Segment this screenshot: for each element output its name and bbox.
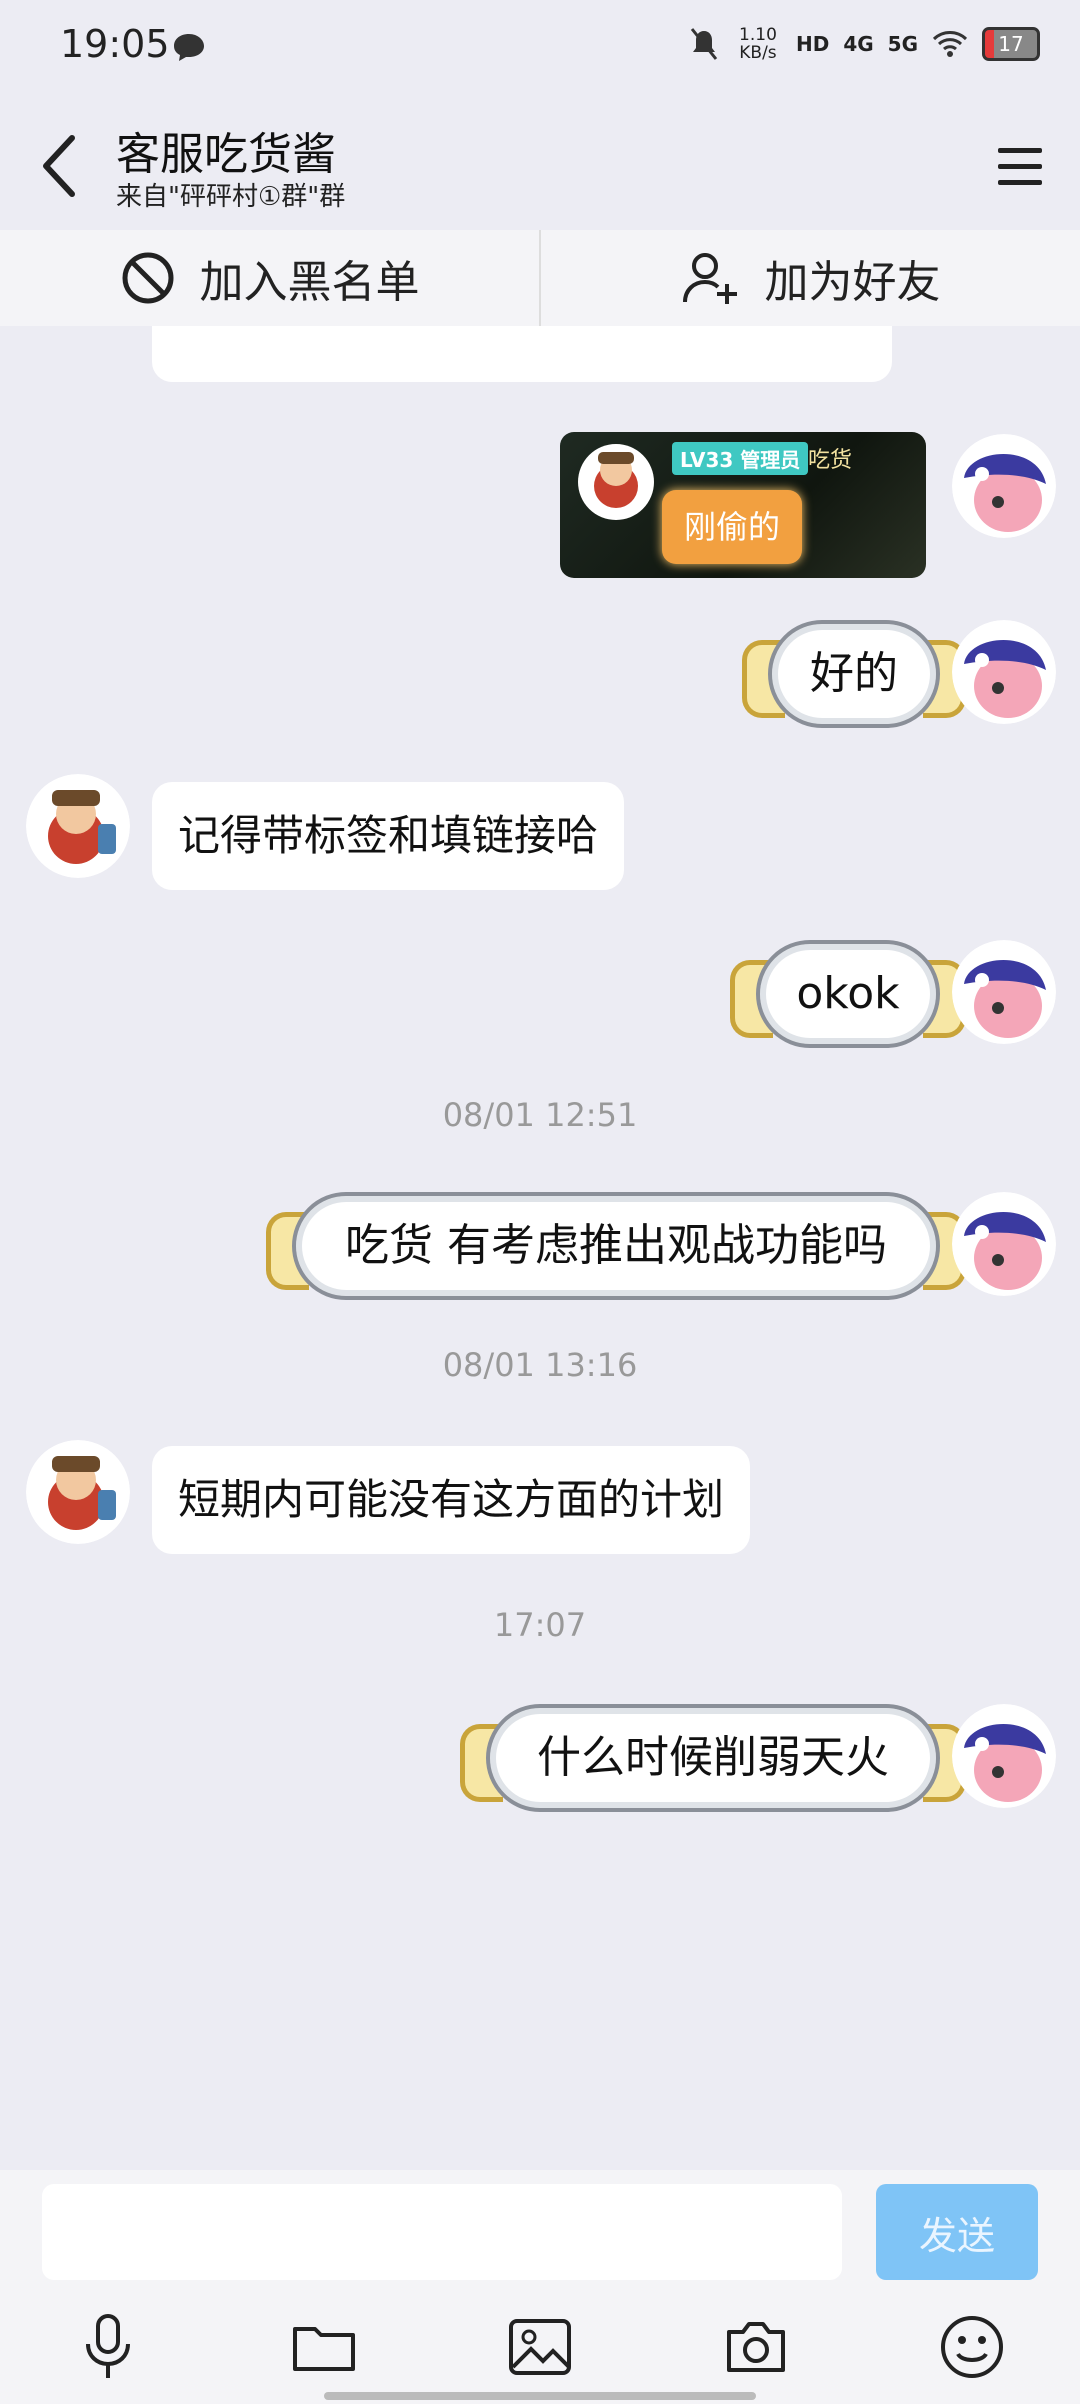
add-friend-icon [682, 253, 737, 304]
camera-button[interactable] [720, 2311, 792, 2383]
sticker-card[interactable]: LV33 管理员 吃货 刚偷的 [560, 432, 926, 578]
wifi-icon [932, 31, 968, 57]
timestamp: 08/01 13:16 [442, 1346, 638, 1384]
avatar-self[interactable] [952, 620, 1056, 724]
card-level-badge: LV33 管理员 [672, 442, 809, 475]
avatar-self[interactable] [952, 434, 1056, 538]
menu-icon[interactable] [990, 136, 1050, 196]
image-button[interactable] [504, 2311, 576, 2383]
camera-icon [727, 2322, 785, 2372]
mute-icon [690, 28, 718, 60]
status-time: 19:05 [60, 22, 170, 66]
blacklist-label: 加入黑名单 [199, 257, 420, 308]
avatar-self[interactable] [952, 940, 1056, 1044]
timestamp: 17:07 [493, 1606, 587, 1644]
avatar-self[interactable] [952, 1704, 1056, 1808]
back-icon[interactable] [30, 126, 90, 206]
message-input[interactable] [42, 2184, 842, 2280]
signal-5g: 5G [887, 32, 918, 56]
card-sender-name: 吃货 [808, 448, 853, 473]
message-bubble-partial[interactable]: 分类 [152, 326, 892, 382]
message-bubble-out[interactable]: 好的 [742, 620, 966, 728]
chat-header: 客服吃货酱 来自"砰砰村①群"群 [0, 96, 1080, 230]
message-icon [174, 34, 204, 61]
battery-indicator: 17 [982, 27, 1040, 61]
signal-4g: 4G [843, 32, 874, 56]
image-icon [509, 2319, 571, 2375]
file-button[interactable] [288, 2311, 360, 2383]
add-friend-label: 加为好友 [764, 257, 941, 308]
avatar-other[interactable] [26, 774, 130, 878]
message-bubble-in[interactable]: 短期内可能没有这方面的计划 [152, 1446, 751, 1554]
message-bubble-out[interactable]: okok [730, 940, 966, 1048]
message-bubble-in[interactable]: 记得带标签和填链接哈 [152, 782, 625, 890]
status-icons: 1.10 KB/s HD 4G 5G 17 [688, 26, 1040, 62]
chat-subtitle: 来自"砰砰村①群"群 [116, 182, 346, 212]
chat-area: 分类 LV33 管理员 吃货 刚偷的 好的 记得带标签和填链接哈 okok 08… [0, 326, 1080, 2170]
add-friend-button[interactable]: 加为好友 [539, 230, 1080, 326]
avatar-other[interactable] [26, 1440, 130, 1544]
send-button[interactable]: 发送 [876, 2184, 1038, 2280]
net-speed: 1.10 KB/s [739, 25, 777, 63]
blacklist-button[interactable]: 加入黑名单 [0, 230, 539, 326]
voice-button[interactable] [72, 2311, 144, 2383]
home-indicator[interactable] [324, 2392, 756, 2400]
input-toolbar [0, 2290, 1080, 2404]
chat-title: 客服吃货酱 [116, 129, 336, 180]
message-bubble-out[interactable]: 什么时候削弱天火 [460, 1704, 966, 1812]
input-bar: 发送 [0, 2170, 1080, 2290]
emoji-button[interactable] [936, 2311, 1008, 2383]
card-avatar [578, 444, 654, 520]
block-icon [122, 252, 173, 304]
voice-icon [86, 2314, 130, 2378]
avatar-self[interactable] [952, 1192, 1056, 1296]
status-bar: 19:05 1.10 KB/s HD 4G 5G 17 [0, 0, 1080, 96]
emoji-icon [941, 2316, 1003, 2378]
folder-icon [293, 2327, 355, 2371]
timestamp: 08/01 12:51 [442, 1096, 638, 1134]
card-bubble-text: 刚偷的 [662, 490, 802, 564]
hd-badge: HD [795, 32, 830, 56]
action-bar: 加入黑名单 加为好友 [0, 230, 1080, 326]
message-bubble-out[interactable]: 吃货 有考虑推出观战功能吗 [266, 1192, 966, 1300]
